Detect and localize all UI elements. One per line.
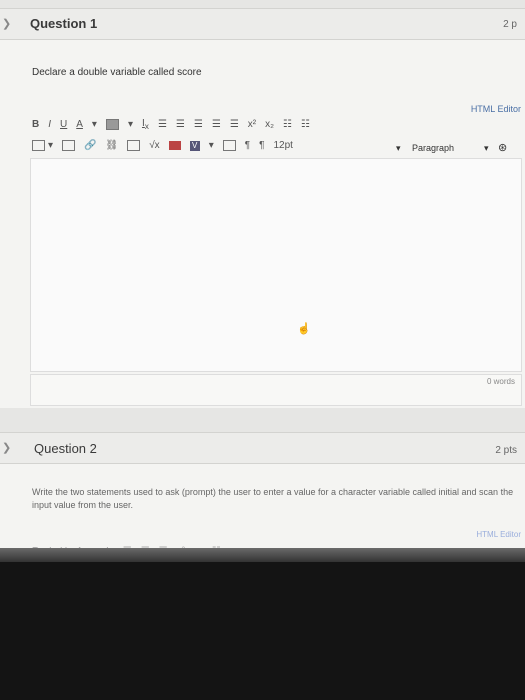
editor-toolbar-row-1: B I U A ▾ ▾ Ix ☰ ☰ ☰ ☰ ☰ x² x₂ ☷ ☷: [32, 118, 319, 131]
question-2-points: 2 pts: [495, 445, 517, 456]
paragraph-select[interactable]: Paragraph: [412, 143, 454, 153]
clear-formatting-icon[interactable]: Ix: [142, 118, 149, 131]
editor-status-bar: 0 words: [30, 374, 522, 406]
image-icon[interactable]: [127, 140, 141, 151]
hand-cursor-icon: ☝: [297, 323, 311, 335]
question-1-header: ❯ Question 1 2 p: [0, 8, 525, 40]
font-size-select[interactable]: 12pt: [273, 140, 292, 151]
collapse-arrow-icon[interactable]: ❯: [2, 441, 11, 454]
media-dropdown-icon[interactable]: ▾: [209, 140, 214, 151]
indent-icon[interactable]: ☰: [212, 119, 221, 130]
align-left-icon[interactable]: ☰: [158, 119, 167, 130]
record-icon[interactable]: [222, 140, 236, 151]
link-icon[interactable]: 🔗: [84, 140, 96, 151]
font-color-button[interactable]: A: [76, 119, 83, 130]
unlink-icon[interactable]: ⛓: [105, 140, 118, 151]
paragraph-dropdown-icon[interactable]: ▾: [484, 143, 489, 154]
font-size-dropdown-icon[interactable]: ▾: [396, 143, 401, 154]
table-icon[interactable]: [32, 140, 45, 151]
media-icon[interactable]: V: [189, 140, 200, 151]
rtl-icon[interactable]: ¶: [259, 140, 264, 151]
editor-toolbar-row-2: ▾ 🔗 ⛓ √x V ▾ ¶ ¶ 12pt: [32, 140, 302, 151]
equation-icon[interactable]: √x: [149, 140, 160, 151]
bullet-list-icon[interactable]: ☷: [283, 119, 292, 130]
bold-button[interactable]: B: [32, 119, 39, 130]
subscript-icon[interactable]: x₂: [265, 119, 274, 130]
question-1-title: Question 1: [30, 16, 98, 31]
embed-icon[interactable]: [62, 140, 76, 151]
background-color-dropdown-icon[interactable]: ▾: [128, 119, 133, 130]
rich-text-editor[interactable]: [30, 158, 522, 372]
align-right-icon[interactable]: ☰: [194, 119, 203, 130]
question-2-header: ❯ Question 2 2 pts: [0, 432, 525, 464]
html-editor-link[interactable]: HTML Editor: [476, 530, 521, 539]
table-dropdown-icon[interactable]: ▾: [48, 140, 53, 151]
collapse-arrow-icon[interactable]: ❯: [2, 17, 11, 30]
numbered-list-icon[interactable]: ☷: [301, 119, 310, 130]
question-1-points: 2 p: [503, 19, 517, 30]
underline-button[interactable]: U: [60, 119, 67, 130]
youtube-icon[interactable]: [168, 141, 181, 150]
accessibility-icon[interactable]: ⊛: [498, 141, 507, 154]
align-center-icon[interactable]: ☰: [176, 119, 185, 130]
question-2-prompt: Write the two statements used to ask (pr…: [32, 487, 514, 510]
italic-button[interactable]: I: [48, 119, 51, 130]
outdent-icon[interactable]: ☰: [230, 119, 239, 130]
ltr-icon[interactable]: ¶: [245, 140, 250, 151]
question-1-prompt: Declare a double variable called score: [32, 67, 202, 78]
word-count: 0 words: [486, 377, 515, 386]
superscript-icon[interactable]: x²: [248, 119, 256, 130]
background-color-icon[interactable]: [105, 119, 119, 130]
html-editor-link[interactable]: HTML Editor: [471, 104, 521, 114]
quiz-page: ❯ Question 1 2 p Declare a double variab…: [0, 0, 525, 700]
question-2-title: Question 2: [34, 441, 97, 456]
font-color-dropdown-icon[interactable]: ▾: [92, 119, 97, 130]
laptop-bezel: [0, 562, 525, 700]
